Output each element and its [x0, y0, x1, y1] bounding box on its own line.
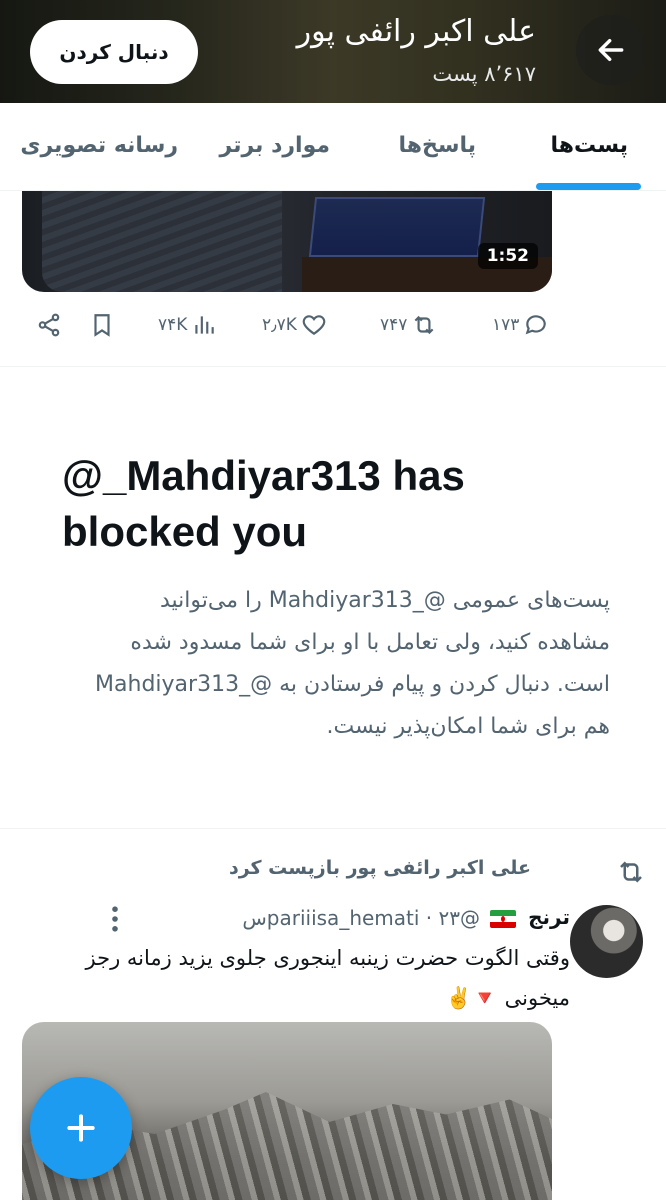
- blocked-title: @_Mahdiyar313 has blocked you: [62, 452, 465, 555]
- reposts-value: ۷۴۷: [380, 315, 408, 335]
- profile-header: علی اکبر رائفی پور ۸٬۶۱۷ پست دنبال کردن: [0, 0, 666, 103]
- tab-media[interactable]: رسانه تصویری: [20, 133, 178, 158]
- divider: [0, 828, 666, 829]
- repost-indicator: علی اکبر رائفی پور بازپست کرد: [46, 855, 646, 889]
- replies-value: ۱۷۳: [492, 315, 520, 335]
- share-button[interactable]: [36, 312, 62, 338]
- likes-value: ۲٫۷K: [262, 315, 297, 335]
- avatar[interactable]: [570, 905, 643, 978]
- author-name[interactable]: ترنج: [528, 905, 570, 929]
- repost-label[interactable]: علی اکبر رائفی پور بازپست کرد: [229, 857, 531, 879]
- tweet-header: ترنج @pariiisa_hemati · ۲۳س: [100, 905, 570, 935]
- active-tab-indicator: [536, 183, 641, 190]
- follow-button[interactable]: دنبال کردن: [30, 20, 198, 84]
- share-icon: [38, 313, 60, 337]
- profile-name: علی اکبر رائفی پور: [296, 14, 536, 49]
- profile-page: علی اکبر رائفی پور ۸٬۶۱۷ پست دنبال کردن …: [0, 0, 666, 1200]
- video-duration: 1:52: [477, 243, 538, 269]
- profile-tabs: پست‌ها پاسخ‌ها موارد برتر رسانه تصویری: [0, 103, 666, 191]
- bar-chart-icon: [195, 316, 215, 334]
- post-count: ۸٬۶۱۷ پست: [432, 62, 536, 86]
- repost-icon: [414, 315, 434, 335]
- like-button[interactable]: ۲٫۷K: [262, 312, 327, 338]
- blocked-description: پست‌های عمومی @_Mahdiyar313 را می‌توانید…: [95, 588, 610, 739]
- heart-icon: [302, 315, 326, 335]
- compose-button[interactable]: [30, 1077, 132, 1179]
- post-action-bar: ۷۴K ۲٫۷K ۷۴۷ ۱۷۳: [0, 300, 666, 356]
- tab-highlights[interactable]: موارد برتر: [220, 133, 330, 158]
- video-thumbnail[interactable]: 1:52: [22, 191, 552, 292]
- repost-button[interactable]: ۷۴۷: [380, 312, 437, 338]
- tweet-text: وقتی الگوت حضرت زینبه اینجوری جلوی یزید …: [85, 946, 570, 1010]
- author-handle[interactable]: @pariiisa_hemati · ۲۳س: [242, 906, 480, 930]
- reply-icon: [526, 315, 547, 335]
- reply-button[interactable]: ۱۷۳: [492, 312, 549, 338]
- divider: [0, 366, 666, 367]
- bookmark-button[interactable]: [89, 312, 115, 338]
- more-options-icon[interactable]: [110, 905, 120, 933]
- tab-posts[interactable]: پست‌ها: [551, 133, 628, 158]
- back-button[interactable]: [576, 15, 646, 85]
- plus-icon: [67, 1114, 95, 1142]
- repost-icon: [620, 861, 642, 883]
- views-value: ۷۴K: [158, 315, 188, 335]
- arrow-left-icon: [598, 38, 624, 62]
- bookmark-icon: [94, 314, 110, 337]
- tab-replies[interactable]: پاسخ‌ها: [398, 133, 476, 158]
- views-count[interactable]: ۷۴K: [158, 312, 217, 338]
- iran-flag-icon: [490, 910, 516, 928]
